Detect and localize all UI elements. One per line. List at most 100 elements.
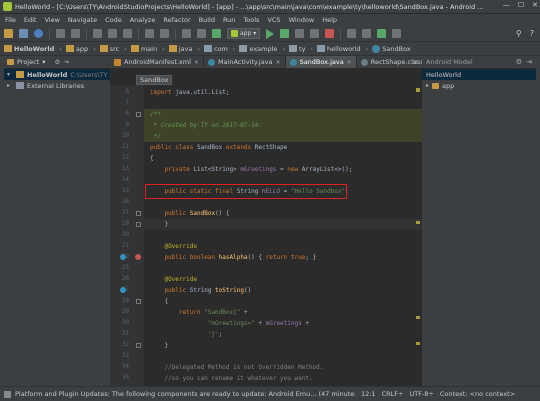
- maximize-button[interactable]: ☐: [518, 1, 524, 9]
- stop-icon[interactable]: [325, 29, 335, 38]
- chevron-down-icon[interactable]: ▾: [42, 58, 45, 66]
- avd-manager-icon[interactable]: [347, 29, 357, 38]
- warning-stripe-mark[interactable]: [416, 341, 420, 345]
- context-indicator[interactable]: Context: <no context>: [440, 390, 515, 398]
- close-tab-icon[interactable]: ✕: [194, 59, 199, 66]
- menu-file[interactable]: File: [5, 16, 16, 24]
- expand-arrow-icon[interactable]: ▸: [7, 82, 13, 89]
- warning-stripe-mark[interactable]: [416, 88, 420, 93]
- override-marker-icon[interactable]: [120, 254, 126, 260]
- breadcrumb-item[interactable]: helloworld ›: [317, 45, 368, 53]
- code-line[interactable]: 20: [110, 230, 422, 241]
- hide-panel-icon[interactable]: ⇥: [526, 58, 532, 66]
- class-navigation-label[interactable]: SandBox: [136, 75, 173, 85]
- forward-icon[interactable]: [197, 29, 206, 38]
- breadcrumb-item[interactable]: com ›: [203, 45, 235, 53]
- menu-vcs[interactable]: VCS: [267, 16, 280, 24]
- menu-window[interactable]: Window: [289, 16, 315, 24]
- cut-icon[interactable]: [93, 29, 102, 38]
- save-all-icon[interactable]: [19, 29, 28, 38]
- implement-marker-icon[interactable]: [135, 254, 141, 260]
- breadcrumb-item[interactable]: HelloWorld ›: [4, 45, 62, 53]
- paste-icon[interactable]: [123, 29, 132, 38]
- fold-marker-icon[interactable]: [136, 299, 141, 304]
- file-encoding[interactable]: UTF-8÷: [409, 390, 433, 398]
- menu-run[interactable]: Run: [223, 16, 235, 24]
- code-line[interactable]: 12 {: [110, 153, 422, 164]
- warning-stripe-mark[interactable]: [416, 316, 420, 320]
- code-line[interactable]: 34 //Delegated Method is not Overridden …: [110, 362, 422, 373]
- breadcrumb-item[interactable]: ty ›: [289, 45, 313, 53]
- fold-marker-icon[interactable]: [136, 343, 141, 348]
- code-line[interactable]: 27 public String toString(): [110, 285, 422, 296]
- menu-view[interactable]: View: [44, 16, 59, 24]
- tab-android-manifest[interactable]: AndroidManifest.xml ✕: [110, 56, 204, 68]
- model-item-helloworld[interactable]: HelloWorld: [422, 69, 536, 80]
- make-project-icon[interactable]: [212, 29, 221, 38]
- menu-edit[interactable]: Edit: [24, 16, 37, 24]
- menu-help[interactable]: Help: [322, 16, 337, 24]
- code-line[interactable]: 28 {: [110, 296, 422, 307]
- minimize-button[interactable]: —: [503, 1, 510, 9]
- profile-icon[interactable]: [295, 29, 305, 38]
- override-marker-icon[interactable]: [120, 287, 126, 293]
- caret-position[interactable]: 12:1: [361, 390, 376, 398]
- find-icon[interactable]: [145, 29, 154, 38]
- tab-sandbox[interactable]: SandBox.java ✕: [285, 56, 357, 68]
- android-device-monitor-icon[interactable]: [377, 29, 387, 38]
- code-line[interactable]: 6 import java.util.List;: [110, 87, 422, 98]
- collapse-all-icon[interactable]: ⇥: [63, 58, 68, 66]
- breadcrumb-item[interactable]: example ›: [239, 45, 285, 53]
- project-view-selector[interactable]: Project: [17, 58, 39, 66]
- replace-icon[interactable]: [160, 29, 169, 38]
- fold-marker-icon[interactable]: [136, 211, 141, 216]
- model-item-app[interactable]: ▸ app: [422, 80, 536, 91]
- menu-navigate[interactable]: Navigate: [68, 16, 97, 24]
- code-line[interactable]: 13 private List<String> mGreetings = new…: [110, 164, 422, 175]
- help-icon[interactable]: ?: [530, 29, 534, 38]
- close-button[interactable]: ✕: [532, 1, 538, 9]
- debug-icon[interactable]: [280, 29, 290, 38]
- code-editor[interactable]: SandBox 6 import java.util.List; 7 8 /** 9 * …: [110, 69, 422, 386]
- code-line[interactable]: 25: [110, 263, 422, 274]
- code-line[interactable]: 22 public boolean hasAlpha() { return tr…: [110, 252, 422, 263]
- expand-arrow-icon[interactable]: ▾: [7, 71, 13, 78]
- run-config-selector[interactable]: app ▾: [227, 28, 261, 39]
- menu-analyze[interactable]: Analyze: [130, 16, 156, 24]
- code-line[interactable]: 19 }: [110, 219, 422, 230]
- code-line[interactable]: 8 /**: [110, 109, 422, 120]
- code-line[interactable]: 29 return "SandBox{" +: [110, 307, 422, 318]
- close-tab-icon[interactable]: ✕: [347, 59, 352, 66]
- status-message[interactable]: Platform and Plugin Updates: The followi…: [15, 390, 355, 398]
- code-line[interactable]: 11 public class SandBox extends RectShape: [110, 142, 422, 153]
- tab-main-activity[interactable]: MainActivity.java ✕: [204, 56, 286, 68]
- code-line[interactable]: 33: [110, 351, 422, 362]
- sdk-manager-icon[interactable]: [362, 29, 372, 38]
- code-line[interactable]: 10 */: [110, 131, 422, 142]
- fold-marker-icon[interactable]: [136, 222, 141, 227]
- menu-refactor[interactable]: Refactor: [163, 16, 190, 24]
- gear-icon[interactable]: ⚙: [516, 58, 522, 66]
- tree-item-helloworld[interactable]: ▾ HelloWorld C:\Users\TY: [4, 69, 110, 80]
- code-line[interactable]: 17 public SandBox() {: [110, 208, 422, 219]
- close-tab-icon[interactable]: ✕: [276, 59, 281, 66]
- tab-list-icon[interactable]: ≡: [413, 58, 418, 66]
- breadcrumb-item[interactable]: SandBox: [372, 44, 411, 53]
- attach-debugger-icon[interactable]: [310, 29, 320, 38]
- open-folder-icon[interactable]: [4, 29, 13, 38]
- redo-icon[interactable]: [71, 29, 80, 38]
- run-icon[interactable]: [266, 28, 275, 39]
- menu-build[interactable]: Build: [199, 16, 215, 24]
- copy-icon[interactable]: [108, 29, 117, 38]
- warning-stripe-mark[interactable]: [416, 221, 420, 225]
- menu-code[interactable]: Code: [105, 16, 122, 24]
- menu-tools[interactable]: Tools: [243, 16, 259, 24]
- breadcrumb-item[interactable]: main ›: [130, 45, 165, 53]
- breadcrumb-item[interactable]: src ›: [99, 45, 127, 53]
- code-line[interactable]: 26 @Override: [110, 274, 422, 285]
- project-structure-icon[interactable]: [392, 29, 402, 38]
- undo-icon[interactable]: [56, 29, 65, 38]
- fold-marker-icon[interactable]: [136, 112, 141, 117]
- search-everywhere-icon[interactable]: ⚲: [516, 29, 522, 38]
- code-line[interactable]: 32 }: [110, 340, 422, 351]
